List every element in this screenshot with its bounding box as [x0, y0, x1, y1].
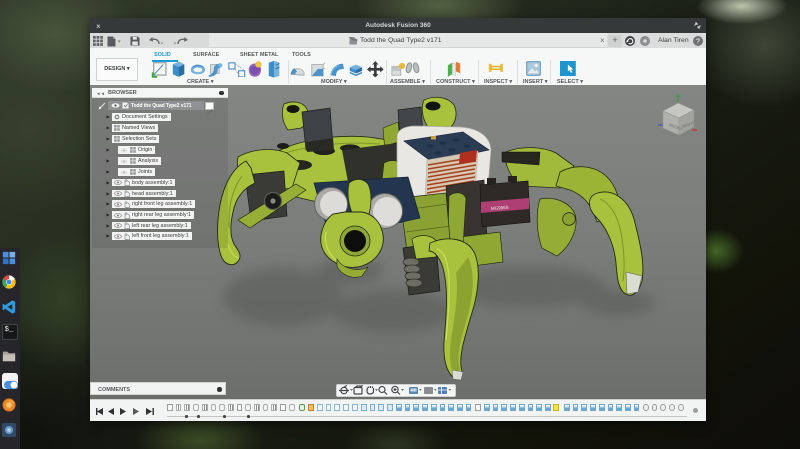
svg-text:?: ?: [696, 38, 700, 45]
